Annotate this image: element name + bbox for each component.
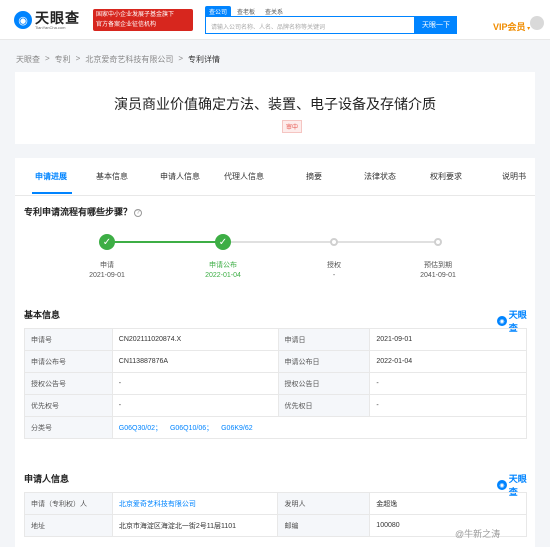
step-label: 预估到期	[424, 262, 452, 269]
class-code-link[interactable]: G06K9/62	[221, 425, 253, 432]
tab-bar: 申请进展 基本信息 申请人信息 代理人信息 摘要 法律状态 权利要求 说明书	[15, 158, 535, 196]
tab-claims[interactable]: 权利要求	[430, 171, 462, 182]
postal-code: 100080	[369, 514, 527, 537]
breadcrumb-home[interactable]: 天眼查	[16, 54, 40, 65]
tab-description[interactable]: 说明书	[502, 171, 526, 182]
table-row: 申请公布号 CN113887876A 申请公布日 2022-01-04	[24, 350, 527, 373]
grant-number: -	[111, 372, 279, 395]
tab-active-indicator	[32, 192, 72, 194]
table-row: 申请（专利权）人 北京爱奇艺科技有限公司 发明人 金超逸	[24, 492, 527, 515]
logo-eye-icon: ◉	[14, 11, 32, 29]
tianyancha-logo-icon: ◉	[497, 316, 507, 326]
promo-banner[interactable]: 国家中小企业发展子基金旗下 官方备案企业征信机构	[93, 9, 193, 31]
step-date: 2022-01-04	[205, 272, 241, 279]
application-number: CN202111020874.X	[111, 328, 279, 351]
applicant-info-table: 申请（专利权）人 北京爱奇艺科技有限公司 发明人 金超逸 地址 北京市海淀区海淀…	[24, 492, 527, 537]
progress-heading: 专利申请流程有哪些步骤？?	[24, 205, 143, 218]
patent-title-card: 演员商业价值确定方法、装置、电子设备及存储介质 审中	[15, 72, 535, 144]
step-apply-check-icon: ✓	[99, 234, 115, 250]
basic-info-table: 申请号 CN202111020874.X 申请日 2021-09-01 申请公布…	[24, 328, 528, 439]
avatar[interactable]	[530, 16, 544, 30]
status-badge: 审中	[282, 120, 303, 133]
breadcrumb-current: 专利详情	[188, 55, 221, 64]
step-grant-dot	[330, 238, 338, 246]
basic-info-heading: 基本信息	[24, 310, 61, 320]
class-code-link[interactable]: G06Q10/06；	[170, 425, 213, 432]
table-row: 申请号 CN202111020874.X 申请日 2021-09-01	[24, 328, 527, 351]
weibo-watermark: @牛新之涛	[455, 529, 501, 539]
breadcrumb: 天眼查 > 专利 > 北京爱奇艺科技有限公司 > 专利详情	[16, 54, 221, 65]
table-row: 优先权号 - 优先权日 -	[24, 394, 527, 417]
priority-number: -	[111, 394, 279, 417]
publication-date: 2022-01-04	[369, 350, 527, 373]
step-date: 2021-09-01	[89, 272, 125, 279]
step-label: 申请公布	[209, 262, 237, 269]
tab-basic-info[interactable]: 基本信息	[96, 171, 128, 182]
inventor-name: 金超逸	[369, 492, 527, 515]
progress-line-done	[106, 241, 223, 243]
step-label: 申请	[100, 262, 114, 269]
tab-legal-status[interactable]: 法律状态	[364, 171, 396, 182]
breadcrumb-patent[interactable]: 专利	[55, 54, 71, 65]
top-header: ◉ 天眼查 TianYanCha.com 国家中小企业发展子基金旗下 官方备案企…	[0, 0, 550, 40]
step-label: 授权	[327, 262, 341, 269]
step-date: -	[332, 272, 336, 279]
application-date: 2021-09-01	[369, 328, 527, 351]
tab-abstract[interactable]: 摘要	[306, 171, 322, 182]
table-row: 分类号 G06Q30/02； G06Q10/06； G06K9/62	[24, 416, 528, 439]
step-publish-check-icon: ✓	[215, 234, 231, 250]
class-code-link[interactable]: G06Q30/02；	[119, 425, 162, 432]
chevron-down-icon: ▾	[525, 26, 531, 32]
breadcrumb-company[interactable]: 北京爱奇艺科技有限公司	[85, 54, 173, 65]
priority-date: -	[369, 394, 527, 417]
publication-number: CN113887876A	[111, 350, 279, 373]
table-row: 授权公告号 - 授权公告日 -	[24, 372, 527, 395]
applicant-company-link[interactable]: 北京爱奇艺科技有限公司	[111, 492, 279, 515]
help-icon[interactable]: ?	[134, 208, 143, 217]
step-expire-dot	[434, 238, 442, 246]
tab-progress[interactable]: 申请进展	[35, 171, 67, 182]
logo-text: 天眼查	[35, 9, 80, 26]
main-content: 专利申请流程有哪些步骤？? ✓ ✓ 申请 申请公布 授权 预估到期 2021-0…	[15, 196, 535, 547]
tianyancha-logo-icon: ◉	[497, 480, 507, 490]
site-logo[interactable]: ◉ 天眼查 TianYanCha.com	[14, 9, 80, 31]
search-button[interactable]: 天眼一下	[415, 16, 457, 34]
vip-member-link[interactable]: VIP会员 ▾	[493, 20, 530, 33]
table-row: 地址 北京市海淀区海淀北一街2号11层1101 邮编 100080	[24, 514, 527, 537]
applicant-info-heading: 申请人信息	[24, 474, 70, 484]
logo-subtext: TianYanCha.com	[35, 24, 66, 30]
step-date: 2041-09-01	[420, 272, 456, 279]
grant-date: -	[369, 372, 527, 395]
applicant-address: 北京市海淀区海淀北一街2号11层1101	[111, 514, 279, 537]
search-input[interactable]: 请输入公司名称、人名、品牌名称等关键词	[205, 16, 415, 34]
page-title: 演员商业价值确定方法、装置、电子设备及存储介质	[114, 96, 436, 112]
tab-agent-info[interactable]: 代理人信息	[224, 171, 264, 182]
classification-codes: G06Q30/02； G06Q10/06； G06K9/62	[111, 416, 528, 439]
tab-applicant-info[interactable]: 申请人信息	[160, 171, 200, 182]
